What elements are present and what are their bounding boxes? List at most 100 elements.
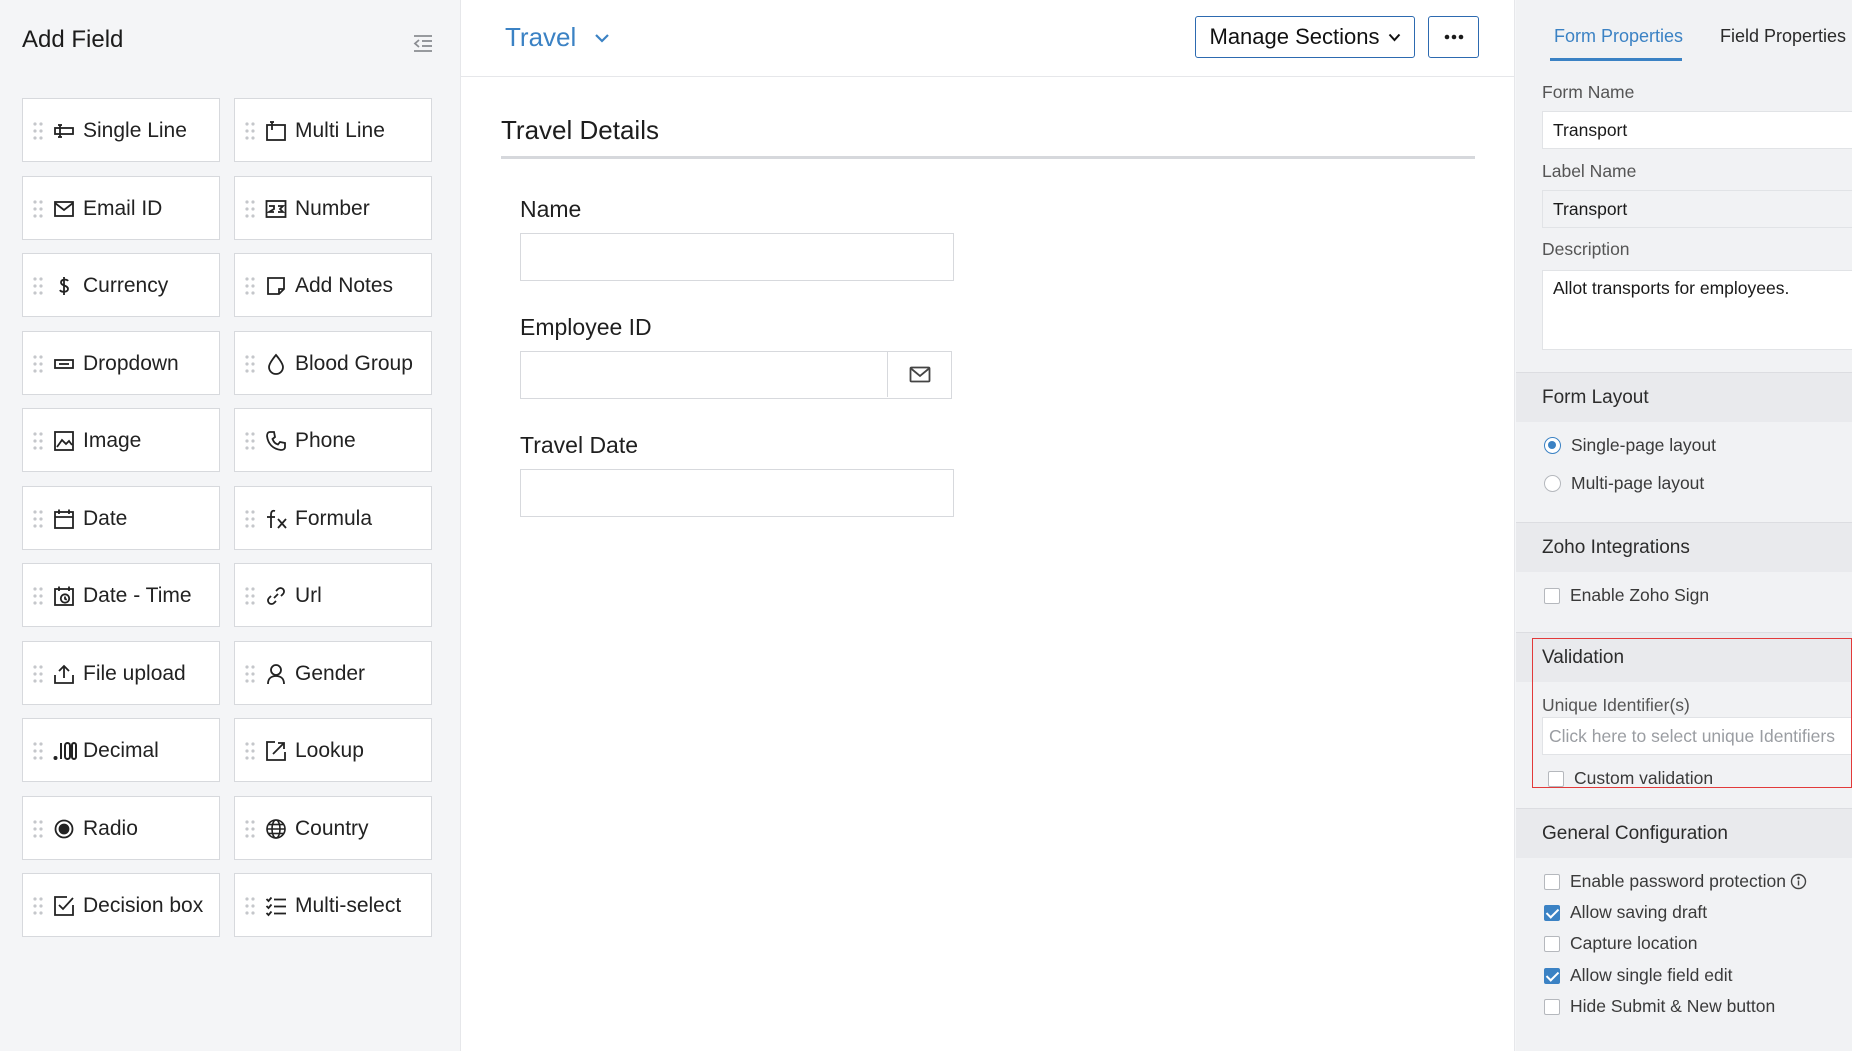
single-field-edit-label: Allow single field edit (1570, 965, 1733, 985)
zoho-sign-option[interactable]: Enable Zoho Sign (1544, 585, 1709, 606)
field-type-decimal[interactable]: Decimal (22, 718, 220, 782)
drag-handle-icon[interactable] (33, 819, 43, 839)
password-protection-checkbox[interactable] (1544, 873, 1560, 890)
single-page-label: Single-page layout (1571, 435, 1716, 455)
drag-handle-icon[interactable] (33, 276, 43, 296)
field-type-label: Lookup (295, 739, 364, 762)
field-type-label: Add Notes (295, 274, 394, 297)
field-type-label: Radio (83, 816, 138, 840)
drag-handle-icon[interactable] (245, 664, 255, 684)
zoho-sign-checkbox[interactable] (1544, 587, 1560, 604)
field-type-currency[interactable]: Currency (22, 253, 220, 317)
person-icon (265, 663, 287, 685)
email-icon (53, 198, 75, 220)
globe-icon (265, 818, 287, 840)
radio-icon (53, 818, 75, 840)
form-name-input[interactable] (1542, 111, 1852, 149)
field-type-multi-select[interactable]: Multi-select (234, 873, 432, 937)
multi-page-option[interactable]: Multi-page layout (1544, 473, 1704, 494)
field-type-radio[interactable]: Radio (22, 795, 220, 860)
validation-title: Validation (1542, 647, 1625, 668)
field-type-date[interactable]: Date (22, 485, 220, 550)
field-type-label: Phone (295, 429, 356, 452)
drag-handle-icon[interactable] (33, 896, 43, 916)
drag-handle-icon[interactable] (245, 741, 255, 761)
field-type-phone[interactable]: Phone (234, 408, 432, 472)
hide-submit-label: Hide Submit & New button (1570, 996, 1776, 1016)
drag-handle-icon[interactable] (245, 819, 255, 839)
employee-id-input[interactable] (520, 351, 952, 399)
drag-handle-icon[interactable] (33, 664, 43, 684)
link-icon (265, 585, 287, 607)
drag-handle-icon[interactable] (245, 586, 255, 606)
drag-handle-icon[interactable] (245, 121, 255, 141)
field-type-number[interactable]: Number (234, 175, 432, 240)
employee-id-label: Employee ID (520, 314, 652, 340)
hide-submit-checkbox[interactable] (1544, 998, 1560, 1015)
form-toolbar: Travel Manage Sections (461, 0, 1514, 77)
drag-handle-icon[interactable] (245, 896, 255, 916)
info-icon[interactable] (1790, 873, 1807, 890)
field-type-lookup[interactable]: Lookup (234, 718, 432, 782)
multi-page-label: Multi-page layout (1571, 473, 1705, 493)
hide-submit-option[interactable]: Hide Submit & New button (1544, 996, 1775, 1017)
field-type-country[interactable]: Country (234, 795, 432, 860)
field-type-blood-group[interactable]: Blood Group (234, 330, 432, 395)
name-input[interactable] (520, 233, 954, 281)
field-type-dropdown[interactable]: Dropdown (22, 330, 220, 395)
description-textarea[interactable]: Allot transports for employees. (1542, 270, 1852, 350)
custom-validation-option[interactable]: Custom validation (1548, 768, 1713, 789)
drag-handle-icon[interactable] (33, 121, 43, 141)
capture-location-checkbox[interactable] (1544, 935, 1560, 952)
field-type-label: Blood Group (295, 351, 413, 375)
drag-handle-icon[interactable] (33, 199, 43, 219)
drag-handle-icon[interactable] (33, 586, 43, 606)
drag-handle-icon[interactable] (33, 431, 43, 451)
form-selector[interactable]: Travel (505, 22, 610, 53)
tab-field-properties[interactable]: Field Properties (1720, 26, 1846, 47)
saving-draft-option[interactable]: Allow saving draft (1544, 902, 1707, 923)
field-type-email-id[interactable]: Email ID (22, 175, 220, 240)
field-type-date-time[interactable]: Date - Time (22, 563, 220, 627)
field-type-label: Date (83, 506, 128, 530)
field-type-label: Decimal (83, 739, 159, 762)
capture-location-label: Capture location (1570, 933, 1698, 953)
drag-handle-icon[interactable] (33, 509, 43, 529)
drag-handle-icon[interactable] (245, 431, 255, 451)
drag-handle-icon[interactable] (33, 741, 43, 761)
label-name-input[interactable] (1542, 190, 1852, 228)
field-type-formula[interactable]: Formula (234, 485, 432, 550)
more-options-button[interactable] (1428, 16, 1479, 58)
field-type-decision-box[interactable]: Decision box (22, 873, 220, 937)
collapse-panel-icon[interactable] (412, 32, 434, 54)
manage-sections-button[interactable]: Manage Sections (1195, 16, 1415, 58)
field-type-multi-line[interactable]: Multi Line (234, 98, 432, 162)
field-type-image[interactable]: Image (22, 408, 220, 472)
single-field-edit-checkbox[interactable] (1544, 967, 1560, 984)
single-field-edit-option[interactable]: Allow single field edit (1544, 965, 1732, 986)
custom-validation-checkbox[interactable] (1548, 770, 1564, 787)
drag-handle-icon[interactable] (245, 354, 255, 374)
drag-handle-icon[interactable] (245, 199, 255, 219)
unique-identifier-input[interactable] (1542, 717, 1852, 755)
field-type-add-notes[interactable]: Add Notes (234, 253, 432, 317)
password-protection-option[interactable]: Enable password protection (1544, 871, 1807, 892)
formula-icon (265, 508, 287, 530)
field-type-file-upload[interactable]: File upload (22, 640, 220, 705)
zoho-integrations-header: Zoho Integrations (1516, 522, 1852, 572)
drag-handle-icon[interactable] (245, 276, 255, 296)
dropdown-icon (53, 353, 75, 375)
field-type-url[interactable]: Url (234, 563, 432, 627)
drag-handle-icon[interactable] (33, 354, 43, 374)
drag-handle-icon[interactable] (245, 509, 255, 529)
single-page-radio[interactable] (1544, 437, 1561, 454)
single-page-option[interactable]: Single-page layout (1544, 435, 1716, 456)
tab-form-properties[interactable]: Form Properties (1554, 26, 1683, 47)
capture-location-option[interactable]: Capture location (1544, 933, 1697, 954)
field-type-single-line[interactable]: Single Line (22, 98, 220, 162)
travel-date-input[interactable] (520, 469, 954, 517)
properties-panel: Form Properties Field Properties Form Na… (1516, 0, 1852, 1051)
field-type-gender[interactable]: Gender (234, 640, 432, 705)
multi-page-radio[interactable] (1544, 475, 1561, 492)
saving-draft-checkbox[interactable] (1544, 904, 1560, 921)
